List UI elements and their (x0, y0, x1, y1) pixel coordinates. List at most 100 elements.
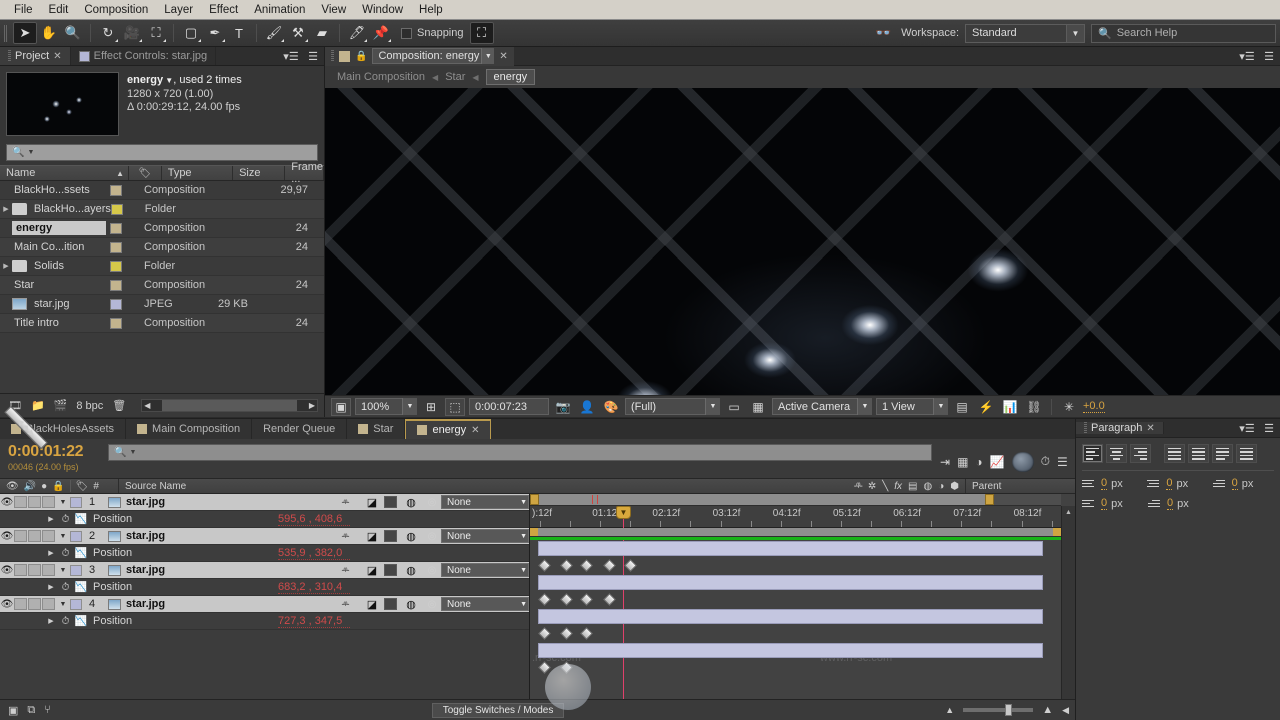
current-time-display[interactable]: 0:00:01:22 00046 (24.00 fps) (0, 439, 100, 478)
solo-toggle[interactable] (28, 496, 41, 508)
timeline-tab-main-composition[interactable]: Main Composition (126, 419, 253, 439)
project-item-label-tag[interactable] (110, 260, 144, 272)
keyframe-track[interactable] (530, 591, 1061, 608)
lock-icon[interactable]: 🔒 (355, 51, 367, 62)
space-before-field[interactable]: 0 px (1082, 497, 1144, 510)
auto-keyframe-icon[interactable]: ⏱ (1041, 454, 1050, 469)
align-right-icon[interactable] (1130, 444, 1151, 463)
quality-switch-icon[interactable]: ◪ (360, 598, 384, 611)
toggle-switches-modes-button[interactable]: Toggle Switches / Modes (431, 702, 565, 718)
layer-duration-bar[interactable] (538, 643, 1043, 658)
motion-blur-switch-icon[interactable]: ◍ (399, 598, 423, 611)
justify-last-right-icon[interactable] (1212, 444, 1233, 463)
project-item-row[interactable]: Main Co...ition Composition 24 (0, 94, 340, 257)
shape-tool[interactable]: ▢ (179, 22, 203, 44)
time-ruler[interactable]: ):12f 01:12f 02:12f 03:12f 04:12f 05:12f 06:12… (530, 506, 1061, 528)
layer-disclosure-icon[interactable]: ▼ (56, 601, 70, 608)
keyframe-icon[interactable] (580, 559, 593, 572)
timeline-icon[interactable]: 📊 (1000, 398, 1020, 416)
toggle-transparency-grid-icon[interactable]: ▣ (331, 397, 351, 416)
timeline-tab-star[interactable]: Star (347, 419, 406, 439)
tab-composition-energy[interactable]: 🔒 Composition: energy ▼ ✕ (325, 46, 514, 66)
project-item-name[interactable]: star.jpg (32, 298, 110, 310)
region-of-interest-icon[interactable]: ⬚ (445, 397, 465, 416)
project-item-row[interactable]: Star Composition 24 (0, 94, 340, 295)
keyframe-icon[interactable] (624, 559, 637, 572)
property-disclosure-icon[interactable]: ▶ (44, 583, 58, 591)
project-horizontal-scrollbar[interactable]: ◀ ▶ (141, 399, 318, 412)
pixel-aspect-correction-icon[interactable]: ▤ (952, 398, 972, 416)
scroll-right-icon[interactable]: ▶ (309, 401, 317, 410)
breadcrumb-item-star[interactable]: Star (445, 71, 465, 83)
indent-left-value[interactable]: 0 (1101, 477, 1108, 490)
project-search-input[interactable]: 🔍 ▼ (6, 144, 318, 161)
camera-tool[interactable]: 🎥 (120, 22, 144, 44)
parent-select[interactable]: None ▼ (441, 529, 529, 543)
column-name[interactable]: Name ▲ (0, 166, 129, 180)
snapshot-icon[interactable]: 📷 (553, 398, 573, 416)
work-area-bar[interactable] (530, 528, 1061, 537)
audio-toggle[interactable] (14, 496, 27, 508)
workspace-select[interactable]: Standard ▼ (965, 23, 1085, 43)
layer-row[interactable]: 👁 ▼ 2 star.jpg -ᵠ- ◪ ◍ ◎ None ▼ (0, 528, 529, 545)
lock-toggle[interactable] (42, 598, 55, 610)
menu-item-animation[interactable]: Animation (246, 0, 313, 20)
shy-switch-icon[interactable]: -ᵠ- (330, 497, 360, 507)
keyframe-track[interactable] (530, 557, 1061, 574)
project-settings-icon[interactable]: 🎬 (54, 399, 68, 412)
view-layout-select[interactable]: 1 View ▼ (876, 398, 948, 415)
close-icon[interactable]: ✕ (499, 51, 507, 62)
shy-switch-icon[interactable]: -ᵠ- (330, 531, 360, 541)
keyframe-icon[interactable] (603, 593, 616, 606)
puppet-pin-tool[interactable]: 📌 (369, 22, 393, 44)
timeline-zoom-slider[interactable] (963, 704, 1034, 716)
close-icon[interactable]: ✕ (471, 425, 479, 436)
keyframe-icon[interactable] (560, 559, 573, 572)
solo-toggle[interactable] (28, 598, 41, 610)
keyframe-icon[interactable] (603, 559, 616, 572)
menu-item-window[interactable]: Window (354, 0, 411, 20)
menu-item-edit[interactable]: Edit (41, 0, 77, 20)
timeline-search-input[interactable]: 🔍 ▼ (108, 444, 932, 461)
video-toggle-icon[interactable]: 👁 (0, 497, 14, 508)
snapping-checkbox[interactable] (401, 27, 412, 39)
property-value[interactable]: 535,9 , 382,0 (278, 547, 350, 560)
fast-previews-icon[interactable]: ⚡ (976, 398, 996, 416)
effects-switch[interactable] (384, 564, 397, 576)
roto-brush-tool[interactable]: 🖊 (345, 22, 369, 44)
brainstorm-icon[interactable] (1011, 451, 1034, 472)
rotation-tool[interactable]: ↻ (96, 22, 120, 44)
collapse-icon[interactable]: ◀ (1062, 705, 1075, 716)
effects-switch[interactable] (384, 530, 397, 542)
source-name-header[interactable]: Source Name (118, 479, 869, 493)
breadcrumb-item-main-composition[interactable]: Main Composition (337, 71, 425, 83)
time-navigator[interactable] (530, 494, 1061, 506)
indent-right-value[interactable]: 0 (1166, 477, 1173, 490)
layer-label-color[interactable] (70, 598, 82, 610)
property-value[interactable]: 683,2 , 310,4 (278, 581, 350, 594)
navigator-start-handle[interactable] (530, 494, 539, 505)
stopwatch-icon[interactable]: ⏱ (58, 616, 73, 627)
project-item-row[interactable]: BlackHo...ssets Composition 29,97 (0, 94, 340, 200)
current-time-indicator[interactable]: ▼ (616, 506, 631, 519)
shy-switch-icon[interactable]: -ᵠ- (330, 565, 360, 575)
property-row[interactable]: ◀ ◆ ▶▶⏱📉Position683,2 , 310,4 (0, 405, 529, 596)
justify-last-center-icon[interactable] (1188, 444, 1209, 463)
parent-pickwhip-icon[interactable]: ◎ (423, 497, 441, 508)
layer-row[interactable]: 👁 ▼ 1 star.jpg -ᵠ- ◪ ◍ ◎ None ▼ (0, 494, 529, 511)
paragraph-panel-menu-icon[interactable]: ▾☰ (1236, 422, 1258, 435)
project-item-row[interactable]: Title intro Composition 24 (0, 94, 340, 333)
space-after-value[interactable]: 0 (1167, 497, 1174, 510)
property-row[interactable]: ◀ ◆ ▶▶⏱📉Position595,6 , 408,6 (0, 405, 529, 528)
layer-row[interactable]: 👁 ▼ 4 star.jpg -ᵠ- ◪ ◍ ◎ None ▼ (0, 596, 529, 613)
lock-toggle[interactable] (42, 496, 55, 508)
snapping-control[interactable]: Snapping (401, 27, 464, 39)
align-center-icon[interactable] (1106, 444, 1127, 463)
resolution-select[interactable]: (Full) ▼ (625, 398, 720, 415)
property-value[interactable]: 595,6 , 408,6 (278, 513, 350, 526)
breadcrumb-item-energy[interactable]: energy (485, 69, 536, 85)
bit-depth-label[interactable]: 8 bpc (76, 400, 103, 412)
live-update-icon[interactable]: ⇥ (940, 455, 950, 469)
zoom-level-select[interactable]: 100% ▼ (355, 398, 417, 415)
menu-item-layer[interactable]: Layer (156, 0, 201, 20)
